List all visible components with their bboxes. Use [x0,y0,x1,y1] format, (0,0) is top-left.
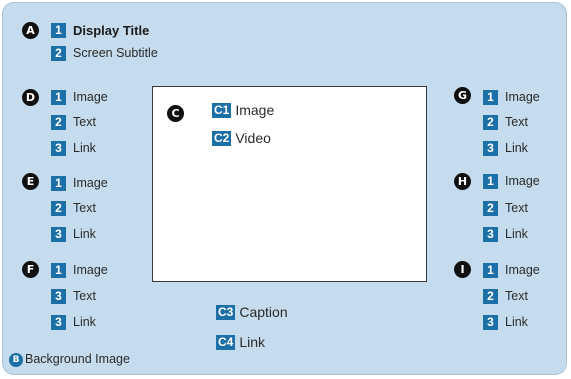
marker-h: H [454,173,471,190]
region-c-item: C3 Caption [216,303,288,321]
marker-b: B [9,353,23,367]
item-label: Link [505,141,528,155]
badge: 2 [483,288,498,304]
item-label: Text [73,289,96,303]
region-d-item: 3 Link [51,140,96,156]
region-h-item: 1 Image [483,173,540,189]
region-c-item: C4 Link [216,333,265,351]
item-label: Image [73,263,108,277]
item-label: Caption [239,304,288,320]
region-e-item: 3 Link [51,226,96,242]
badge: 3 [51,288,66,304]
region-i-item: 3 Link [483,314,528,330]
badge: 3 [51,314,66,330]
region-g-item: 1 Image [483,89,540,105]
region-i-item: 1 Image [483,262,540,278]
badge: 3 [51,140,66,156]
badge: 1 [483,173,498,189]
item-label: Image [505,90,540,104]
badge: 2 [51,114,66,130]
item-label: Link [73,315,96,329]
region-i-item: 2 Text [483,288,528,304]
item-label: Image [73,176,108,190]
region-g-item: 2 Text [483,114,528,130]
region-f-item: 3 Text [51,288,96,304]
region-e-item: 2 Text [51,200,96,216]
region-e-item: 1 Image [51,175,108,191]
item-label: Image [505,263,540,277]
display-title-label: Display Title [73,22,150,38]
item-label: Link [505,227,528,241]
background-image-label: Background Image [25,352,130,366]
item-label: Image [505,174,540,188]
marker-i: I [454,261,471,278]
badge: 3 [483,314,498,330]
display-title-item: 1 Display Title [51,22,149,38]
item-label: Link [505,315,528,329]
item-label: Link [73,227,96,241]
central-content-area [152,86,427,282]
badge-c1: C1 [212,102,232,118]
region-c-item: C1 Image [212,101,274,119]
marker-a: A [22,22,39,39]
badge-c3: C3 [216,304,236,320]
region-c-item: C2 Video [212,129,271,147]
badge-c2: C2 [212,130,232,146]
region-f-item: 1 Image [51,262,108,278]
region-d-item: 1 Image [51,89,108,105]
marker-f: F [22,261,39,278]
item-label: Text [73,201,96,215]
badge-c4: C4 [216,334,236,350]
region-h-item: 2 Text [483,200,528,216]
marker-e: E [22,173,39,190]
region-f-item: 3 Link [51,314,96,330]
item-label: Link [239,334,266,350]
region-g-item: 3 Link [483,140,528,156]
marker-g: G [454,87,471,104]
badge-title: 1 [51,22,66,38]
item-label: Image [235,102,275,118]
badge: 1 [51,262,66,278]
region-d-item: 2 Text [51,114,96,130]
badge: 2 [483,200,498,216]
badge: 3 [483,226,498,242]
item-label: Text [505,289,528,303]
screen-subtitle-label: Screen Subtitle [73,46,158,60]
badge-subtitle: 2 [51,45,66,61]
region-h-item: 3 Link [483,226,528,242]
marker-c: C [167,105,184,122]
screen-subtitle-item: 2 Screen Subtitle [51,45,158,61]
badge: 2 [51,200,66,216]
item-label: Image [73,90,108,104]
item-label: Text [73,115,96,129]
item-label: Link [73,141,96,155]
badge: 2 [483,114,498,130]
badge: 1 [51,175,66,191]
item-label: Video [235,130,271,146]
item-label: Text [505,201,528,215]
badge: 1 [51,89,66,105]
badge: 3 [51,226,66,242]
badge: 1 [483,262,498,278]
badge: 3 [483,140,498,156]
marker-d: D [22,89,39,106]
badge: 1 [483,89,498,105]
item-label: Text [505,115,528,129]
